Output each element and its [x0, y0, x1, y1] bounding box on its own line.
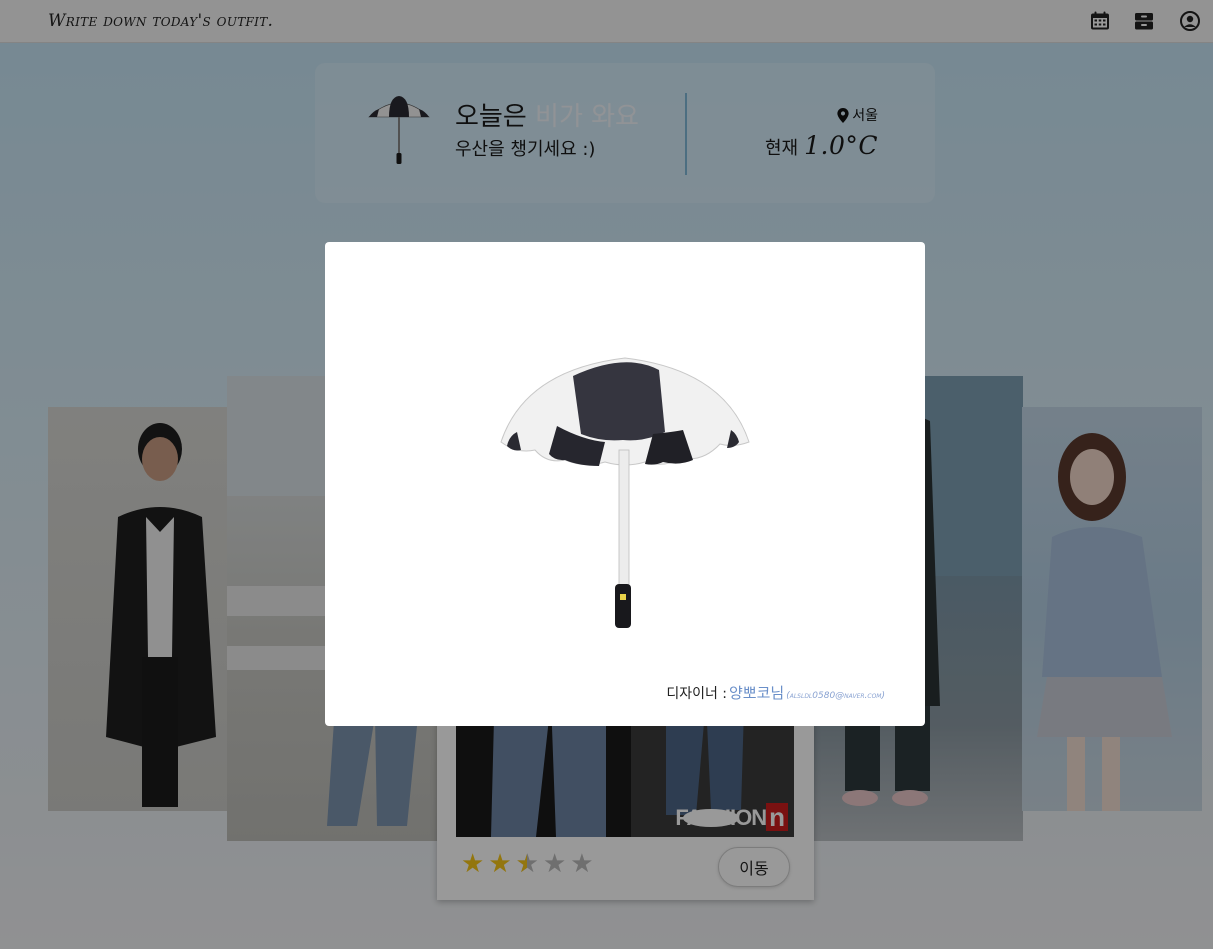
- designer-name[interactable]: 양뽀코님: [729, 682, 784, 703]
- designer-label: 디자이너 :: [666, 686, 727, 702]
- designer-modal: 디자이너 : 양뽀코님 (alsldl0580@naver.com): [325, 242, 925, 726]
- umbrella-illustration: [495, 350, 755, 640]
- designer-email[interactable]: (alsldl0580@naver.com): [786, 691, 885, 701]
- designer-credit: 디자이너 : 양뽀코님 (alsldl0580@naver.com): [666, 682, 885, 703]
